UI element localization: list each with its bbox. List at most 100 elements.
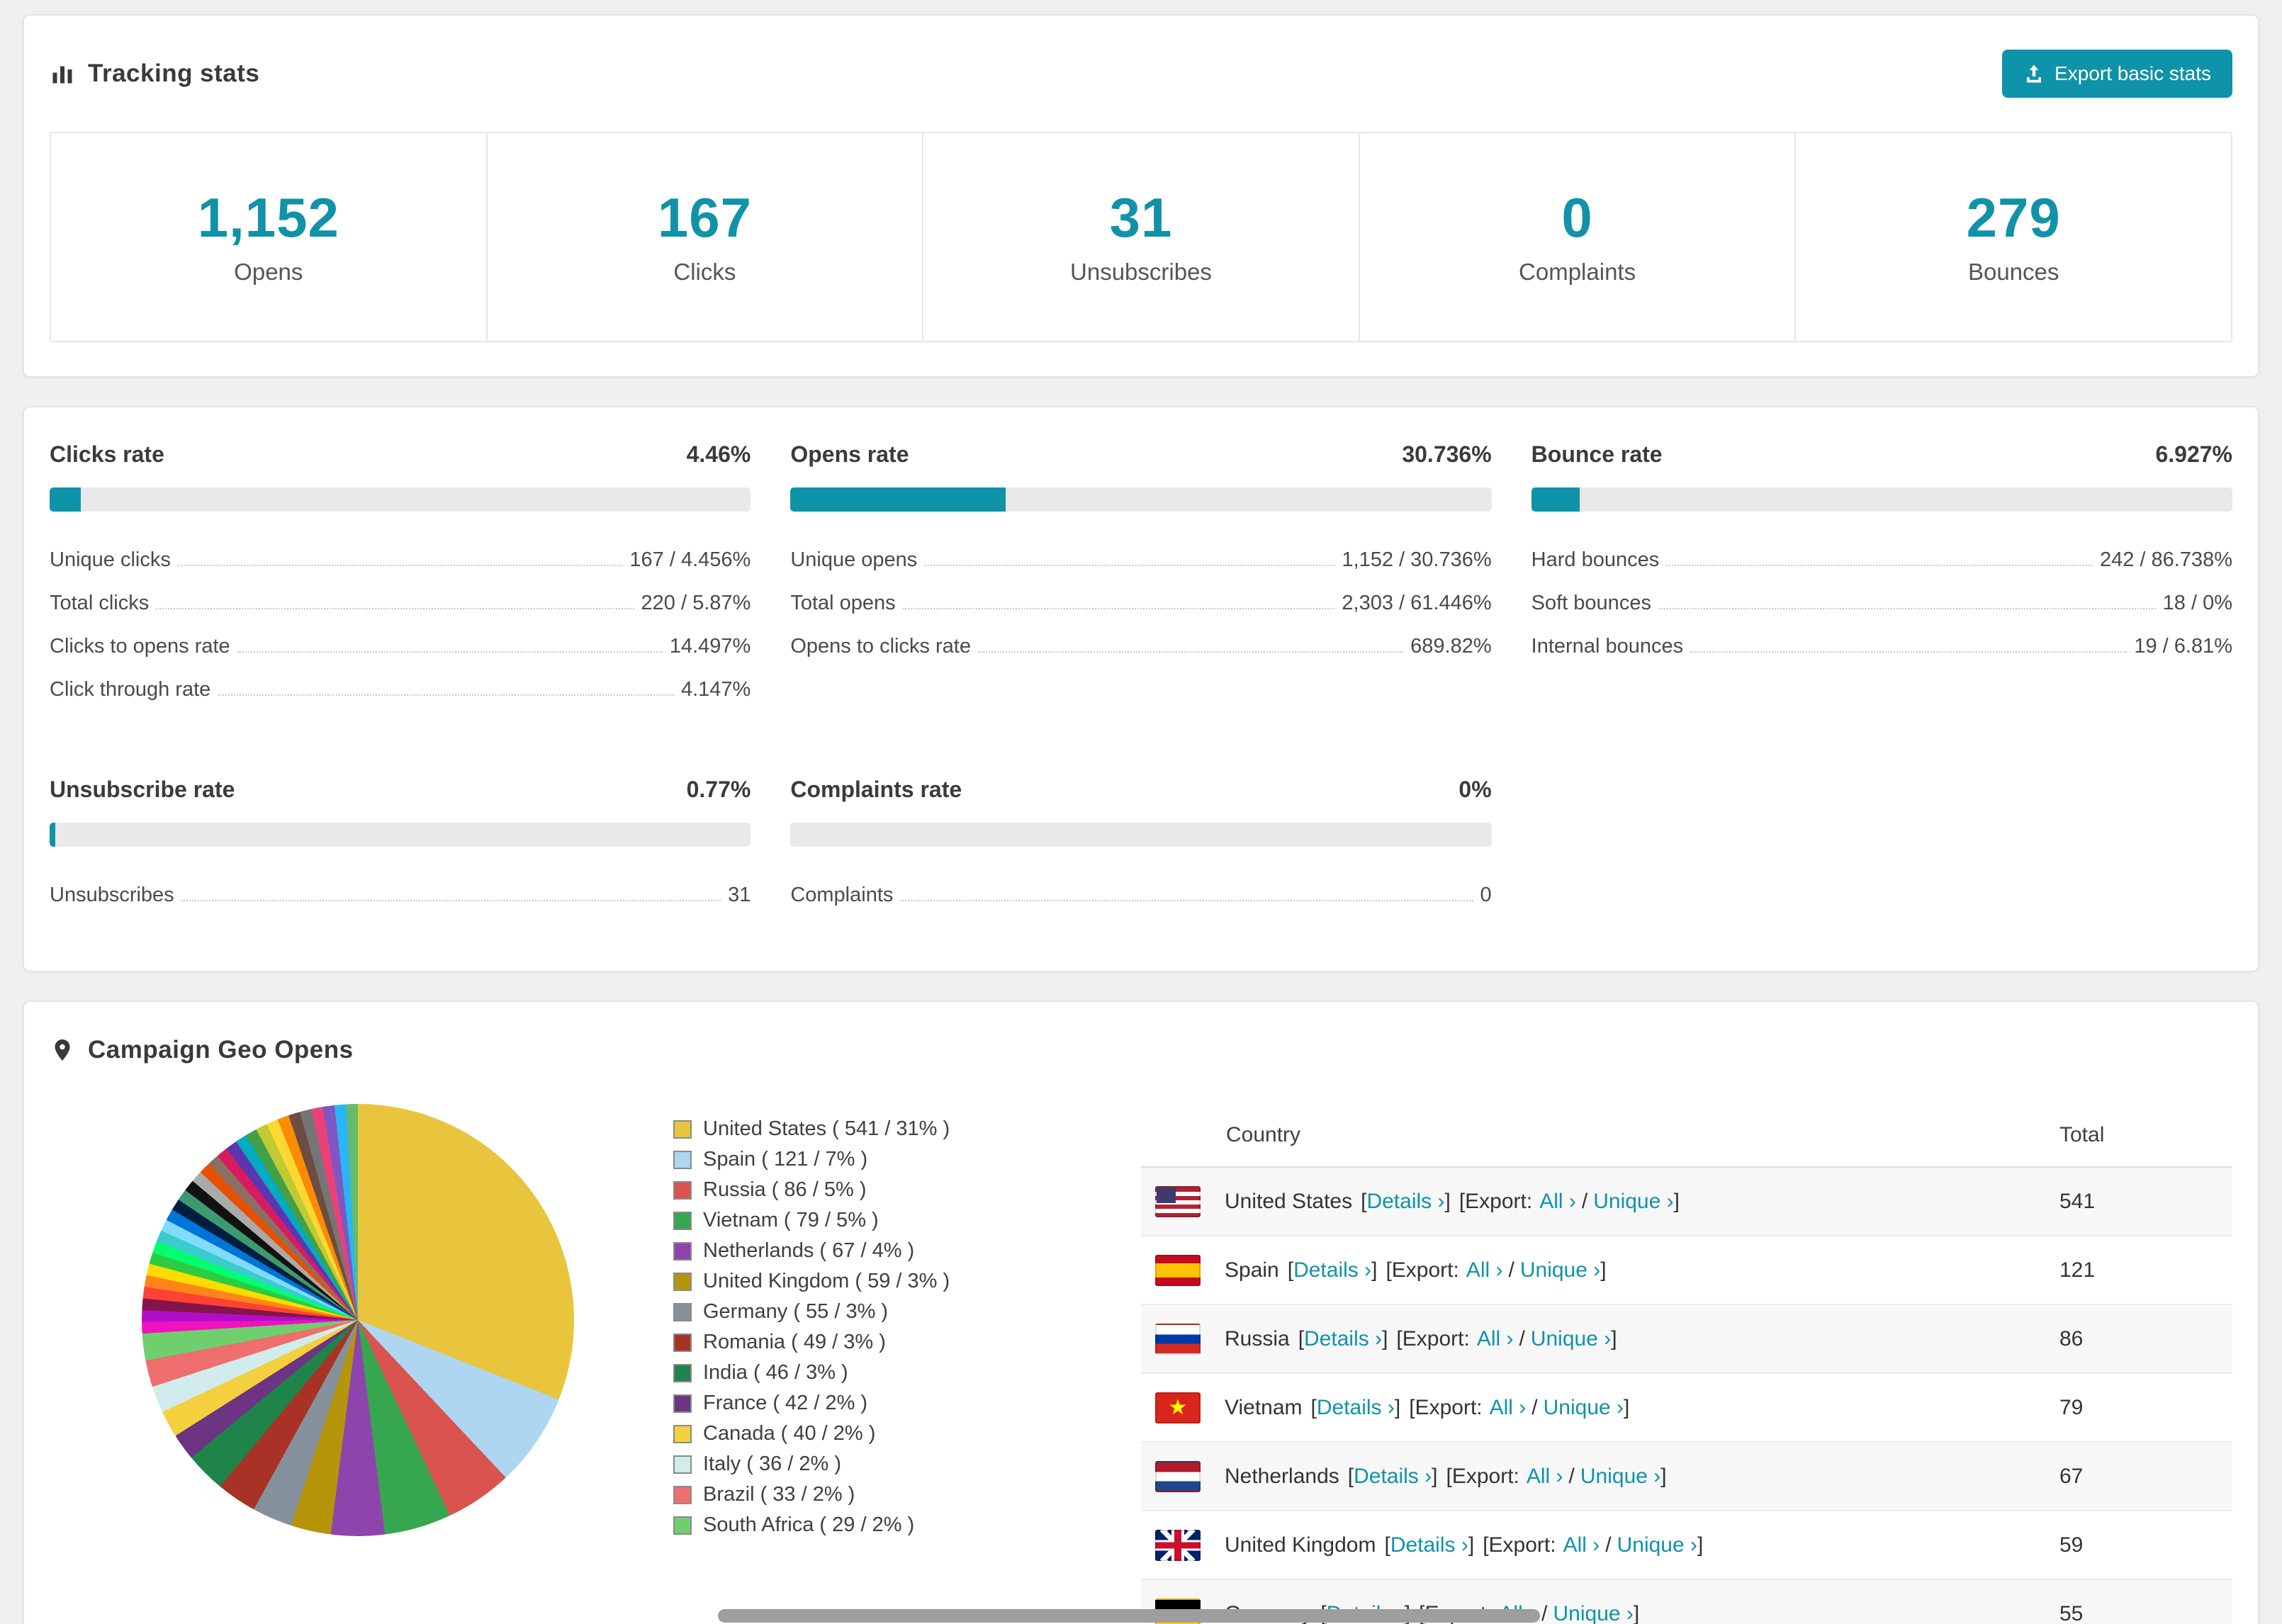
country-name: United Kingdom xyxy=(1225,1533,1376,1557)
rate-value: 0% xyxy=(1458,777,1492,802)
export-all-link[interactable]: All › xyxy=(1477,1327,1514,1351)
geo-table-header: Country Total xyxy=(1141,1104,2232,1168)
export-all-link[interactable]: All › xyxy=(1466,1258,1503,1282)
rate-row-label: Opens to clicks rate xyxy=(790,635,971,658)
legend-item[interactable]: Germany ( 55 / 3% ) xyxy=(673,1297,1113,1327)
dotted-leader xyxy=(924,565,1335,566)
export-all-link[interactable]: All › xyxy=(1563,1533,1600,1557)
export-unique-link[interactable]: Unique › xyxy=(1617,1533,1697,1557)
dotted-leader xyxy=(177,565,623,566)
rates-grid: Clicks rate 4.46% Unique clicks 167 / 4.… xyxy=(50,441,2232,917)
geo-table-body: United States [Details ›] [Export: All › /… xyxy=(1141,1168,2232,1624)
separator: / xyxy=(1519,1326,1525,1350)
export-basic-stats-button[interactable]: Export basic stats xyxy=(2002,50,2232,98)
row-total: 541 xyxy=(2059,1189,2096,1213)
dotted-leader xyxy=(1666,565,2093,566)
page-title: Tracking stats xyxy=(50,60,259,88)
rate-rows: Complaints 0 xyxy=(790,874,1491,917)
rate-row-value: 2,303 / 61.446% xyxy=(1342,592,1492,614)
country-flag-icon xyxy=(1155,1529,1201,1561)
details-link[interactable]: Details › xyxy=(1366,1190,1444,1214)
stat-value: 279 xyxy=(1966,186,2061,249)
export-label: Export: xyxy=(1391,1258,1459,1282)
rate-row: Unique opens 1,152 / 30.736% xyxy=(790,538,1491,582)
stat-box: 31 Unsubscribes xyxy=(922,133,1359,341)
export-unique-link[interactable]: Unique › xyxy=(1553,1602,1634,1624)
dotted-leader xyxy=(900,900,1473,901)
bracket: [ xyxy=(1287,1258,1294,1282)
legend-item[interactable]: Brazil ( 33 / 2% ) xyxy=(673,1479,1113,1510)
legend-swatch xyxy=(673,1241,692,1261)
legend-item[interactable]: India ( 46 / 3% ) xyxy=(673,1358,1113,1388)
export-unique-link[interactable]: Unique › xyxy=(1544,1396,1624,1420)
export-unique-link[interactable]: Unique › xyxy=(1593,1190,1673,1214)
details-link[interactable]: Details › xyxy=(1317,1396,1395,1420)
bracket: ] xyxy=(1468,1533,1475,1557)
stat-value: 0 xyxy=(1561,186,1593,249)
export-all-link[interactable]: All › xyxy=(1539,1190,1576,1214)
legend-label: South Africa ( 29 / 2% ) xyxy=(703,1513,915,1536)
details-link[interactable]: Details › xyxy=(1390,1533,1468,1557)
legend-item[interactable]: Italy ( 36 / 2% ) xyxy=(673,1449,1113,1479)
rate-rows: Hard bounces 242 / 86.738% Soft bounces … xyxy=(1531,538,2232,668)
stat-box: 0 Complaints xyxy=(1358,133,1795,341)
separator: / xyxy=(1581,1189,1588,1213)
row-total: 67 xyxy=(2059,1464,2084,1488)
export-unique-link[interactable]: Unique › xyxy=(1580,1465,1660,1489)
details-link[interactable]: Details › xyxy=(1354,1465,1432,1489)
country-flag-icon xyxy=(1155,1460,1201,1492)
rate-value: 4.46% xyxy=(686,441,751,467)
legend-item[interactable]: France ( 42 / 2% ) xyxy=(673,1388,1113,1419)
legend-item[interactable]: Russia ( 86 / 5% ) xyxy=(673,1175,1113,1205)
bracket: [ xyxy=(1310,1395,1317,1419)
rate-progress-fill xyxy=(50,487,82,512)
export-unique-link[interactable]: Unique › xyxy=(1520,1258,1600,1282)
rate-row: Hard bounces 242 / 86.738% xyxy=(1531,538,2232,582)
legend-item[interactable]: South Africa ( 29 / 2% ) xyxy=(673,1510,1113,1540)
country-flag-icon xyxy=(1155,1392,1201,1423)
stat-label: Opens xyxy=(234,259,303,285)
map-pin-icon xyxy=(55,1039,70,1061)
details-link[interactable]: Details › xyxy=(1293,1258,1371,1282)
rate-row: Total opens 2,303 / 61.446% xyxy=(790,582,1491,625)
export-all-link[interactable]: All › xyxy=(1527,1465,1563,1489)
legend-label: Spain ( 121 / 7% ) xyxy=(703,1148,868,1171)
country-name: Russia xyxy=(1225,1326,1290,1350)
legend-item[interactable]: Netherlands ( 67 / 4% ) xyxy=(673,1236,1113,1266)
separator: / xyxy=(1531,1395,1538,1419)
row-total: 121 xyxy=(2059,1258,2096,1282)
rate-panel: Bounce rate 6.927% Hard bounces 242 / 86… xyxy=(1531,441,2232,711)
legend-item[interactable]: Vietnam ( 79 / 5% ) xyxy=(673,1205,1113,1236)
horizontal-scrollbar-thumb[interactable] xyxy=(718,1609,1540,1623)
rate-row-label: Internal bounces xyxy=(1531,635,1684,658)
rate-progress-bar xyxy=(790,487,1492,512)
rate-row-label: Unique opens xyxy=(790,548,918,571)
legend-item[interactable]: Romania ( 49 / 3% ) xyxy=(673,1327,1113,1358)
legend-item[interactable]: Spain ( 121 / 7% ) xyxy=(673,1144,1113,1175)
legend-item[interactable]: Canada ( 40 / 2% ) xyxy=(673,1419,1113,1449)
country-flag-icon xyxy=(1155,1254,1201,1286)
rate-row: Soft bounces 18 / 0% xyxy=(1531,582,2232,625)
row-total: 55 xyxy=(2059,1601,2084,1624)
legend-item[interactable]: United States ( 541 / 31% ) xyxy=(673,1114,1113,1144)
total-column-header: Total xyxy=(2059,1123,2105,1146)
rate-value: 6.927% xyxy=(2155,441,2232,467)
dotted-leader xyxy=(181,900,721,901)
table-row: Spain [Details ›] [Export: All › / Unique ›… xyxy=(1141,1236,2232,1305)
table-row: United Kingdom [Details ›] [Export: All ›… xyxy=(1141,1511,2232,1580)
email-campaign-stats-page: Tracking stats Export basic stats 1,152 … xyxy=(23,14,2259,1624)
legend-label: Russia ( 86 / 5% ) xyxy=(703,1178,867,1201)
legend-item[interactable]: United Kingdom ( 59 / 3% ) xyxy=(673,1266,1113,1297)
export-unique-link[interactable]: Unique › xyxy=(1531,1327,1611,1351)
row-total: 86 xyxy=(2059,1326,2084,1350)
export-all-link[interactable]: All › xyxy=(1490,1396,1527,1420)
rate-row: Opens to clicks rate 689.82% xyxy=(790,625,1491,668)
rate-value: 0.77% xyxy=(686,777,751,802)
geo-opens-pie-chart[interactable] xyxy=(142,1104,574,1536)
details-link[interactable]: Details › xyxy=(1304,1327,1382,1351)
stat-value: 31 xyxy=(1109,186,1173,249)
separator: / xyxy=(1605,1533,1612,1557)
stat-value: 1,152 xyxy=(197,186,339,249)
rate-row-label: Hard bounces xyxy=(1531,548,1660,571)
bracket: ] xyxy=(1371,1258,1378,1282)
